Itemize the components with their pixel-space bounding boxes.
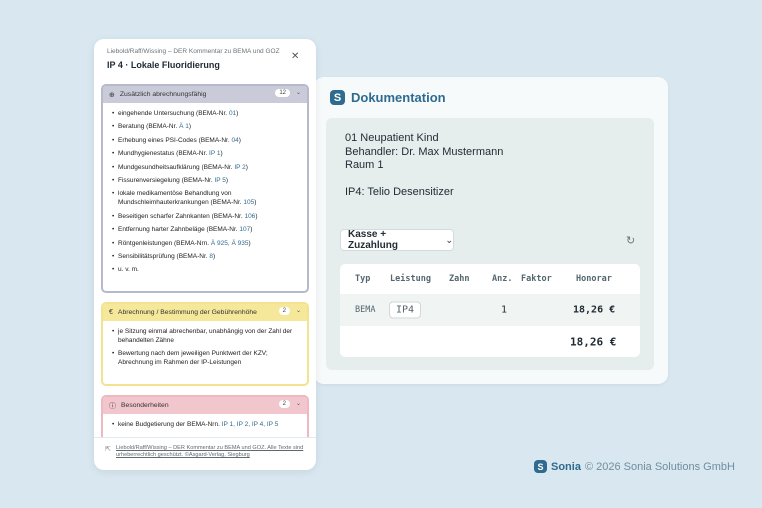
section-title: Abrechnung / Bestimmung der Gebührenhöhe	[117, 309, 257, 316]
bema-reference-link[interactable]: 105	[243, 199, 254, 206]
row-typ: BEMA	[355, 305, 376, 315]
col-faktor: Faktor	[521, 274, 552, 284]
commentary-panel: Liebold/Raff/Wissing – DER Kommentar zu …	[94, 39, 316, 470]
item-list: eingehende Untersuchung (BEMA-Nr. 01) Ber…	[103, 103, 307, 276]
table-total: 18,26 €	[340, 326, 640, 357]
refresh-icon[interactable]: ↻	[626, 234, 635, 247]
euro-icon: €	[109, 309, 113, 316]
bema-reference-link[interactable]: IP 1, IP 2, IP 4, IP 5	[222, 421, 279, 428]
patient-line: 01 Neupatient Kind	[345, 132, 439, 144]
list-item: Erhebung eines PSI-Codes (BEMA-Nr. 04)	[112, 137, 299, 146]
bema-reference-link[interactable]: Ä 1	[179, 123, 189, 130]
bema-reference-link[interactable]: 01	[229, 110, 236, 117]
row-leistung: IP4	[389, 301, 422, 319]
item-list: keine Budgetierung der BEMA-Nrn. IP 1, I…	[103, 414, 307, 430]
bema-reference-link[interactable]: IP 2	[234, 164, 245, 171]
billing-select[interactable]: Kasse + Zuzahlung ⌄	[340, 229, 454, 251]
section-header[interactable]: ⊕ Zusätzlich abrechnungsfähig 12 ⌄	[103, 86, 307, 103]
total-value: 18,26 €	[570, 335, 617, 348]
chevron-down-icon: ⌄	[445, 234, 453, 245]
row-honorar: 18,26 €	[573, 304, 616, 316]
list-item: Fissurenversiegelung (BEMA-Nr. IP 5)	[112, 177, 299, 186]
section-billing-fee: € Abrechnung / Bestimmung der Gebührenhö…	[101, 302, 309, 386]
section-title: Besonderheiten	[121, 402, 169, 409]
list-item: Beratung (BEMA-Nr. Ä 1)	[112, 123, 299, 132]
col-zahn: Zahn	[449, 274, 470, 284]
documentation-content: 01 Neupatient Kind Behandler: Dr. Max Mu…	[326, 118, 654, 370]
col-typ: Typ	[355, 274, 371, 284]
info-icon: ⓘ	[109, 402, 116, 410]
chevron-down-icon: ⌄	[295, 90, 301, 96]
panel-title: IP 4 · Lokale Fluoridierung	[107, 60, 220, 70]
bema-reference-link[interactable]: 8	[209, 253, 213, 260]
plus-icon: ⊕	[109, 91, 115, 99]
brand-footer: S Sonia © 2026 Sonia Solutions GmbH	[534, 460, 735, 473]
list-item: Röntgenleistungen (BEMA-Nrn. Ä 925, Ä 93…	[112, 240, 299, 249]
section-special-notes: ⓘ Besonderheiten 2 ⌄ keine Budgetierung …	[101, 395, 309, 437]
documentation-card: S Dokumentation 01 Neupatient Kind Behan…	[314, 77, 668, 384]
patient-info: 01 Neupatient Kind Behandler: Dr. Max Mu…	[345, 132, 503, 173]
section-title: Zusätzlich abrechnungsfähig	[119, 91, 207, 98]
chevron-down-icon: ⌄	[295, 401, 301, 407]
room-line: Raum 1	[345, 159, 384, 171]
practitioner-line: Behandler: Dr. Max Mustermann	[345, 145, 504, 158]
service-line: IP4: Telio Desensitizer	[345, 186, 454, 198]
col-honorar: Honorar	[576, 274, 612, 284]
item-list: je Sitzung einmal abrechenbar, unabhängi…	[103, 321, 307, 369]
count-badge: 2	[278, 400, 290, 408]
col-anz: Anz.	[492, 274, 513, 284]
brand-name: Sonia	[551, 460, 581, 473]
section-header[interactable]: € Abrechnung / Bestimmung der Gebührenhö…	[103, 304, 307, 321]
panel-scroll-area[interactable]: ⊕ Zusätzlich abrechnungsfähig 12 ⌄ einge…	[94, 84, 316, 437]
section-header[interactable]: ⓘ Besonderheiten 2 ⌄	[103, 397, 307, 414]
list-item: eingehende Untersuchung (BEMA-Nr. 01)	[112, 110, 299, 119]
bema-reference-link[interactable]: IP 1	[209, 150, 220, 157]
panel-subtitle: Liebold/Raff/Wissing – DER Kommentar zu …	[107, 48, 280, 55]
panel-footer: ⇱ Liebold/Raff/Wissing – DER Kommentar z…	[94, 437, 316, 470]
list-item: Entfernung harter Zahnbeläge (BEMA-Nr. 1…	[112, 226, 299, 235]
list-item: Beseitigen scharfer Zahnkanten (BEMA-Nr.…	[112, 213, 299, 222]
external-link-icon[interactable]: ⇱	[105, 446, 111, 453]
list-item: u. v. m.	[112, 266, 299, 275]
list-item: Mundhygienestatus (BEMA-Nr. IP 1)	[112, 150, 299, 159]
documentation-title: Dokumentation	[351, 90, 446, 105]
bema-reference-link[interactable]: 107	[239, 226, 250, 233]
table-row[interactable]: BEMA IP4 1 18,26 €	[340, 294, 640, 326]
close-icon[interactable]: ✕	[291, 51, 299, 62]
section-additional-billable: ⊕ Zusätzlich abrechnungsfähig 12 ⌄ einge…	[101, 84, 309, 293]
billing-select-value: Kasse + Zuzahlung	[348, 229, 398, 251]
documentation-header: S Dokumentation	[330, 90, 446, 105]
list-item: je Sitzung einmal abrechenbar, unabhängi…	[112, 328, 299, 346]
count-badge: 12	[275, 89, 290, 97]
sonia-logo-icon: S	[330, 90, 345, 105]
sonia-logo-icon: S	[534, 460, 547, 473]
bema-reference-link[interactable]: 106	[244, 213, 255, 220]
billing-table: Typ Leistung Zahn Anz. Faktor Honorar BE…	[340, 264, 640, 357]
col-leistung: Leistung	[390, 274, 431, 284]
list-item: Bewertung nach dem jeweiligen Punktwert …	[112, 350, 299, 368]
list-item: keine Budgetierung der BEMA-Nrn. IP 1, I…	[112, 421, 299, 430]
bema-reference-link[interactable]: 04	[231, 137, 238, 144]
count-badge: 2	[278, 307, 290, 315]
table-header: Typ Leistung Zahn Anz. Faktor Honorar	[340, 264, 640, 294]
bema-reference-link[interactable]: IP 5	[214, 177, 225, 184]
copyright-link[interactable]: Liebold/Raff/Wissing – DER Kommentar zu …	[116, 445, 303, 458]
row-anz: 1	[501, 304, 508, 316]
chevron-down-icon: ⌄	[295, 308, 301, 314]
list-item: lokale medikamentöse Behandlung von Mund…	[112, 190, 299, 208]
list-item: Mundgesundheitsaufklärung (BEMA-Nr. IP 2…	[112, 164, 299, 173]
bema-reference-link[interactable]: Ä 925, Ä 935	[211, 240, 249, 247]
list-item: Sensibilitätsprüfung (BEMA-Nr. 8)	[112, 253, 299, 262]
copyright: © 2026 Sonia Solutions GmbH	[584, 460, 735, 473]
